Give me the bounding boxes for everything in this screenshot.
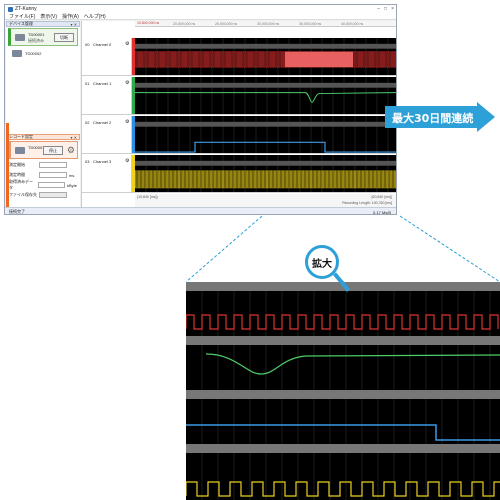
time-tick: 25,000,000 ns <box>215 22 238 26</box>
close-icon[interactable]: × <box>391 6 394 12</box>
channel-label: 00 Channel 0 ⚙ <box>82 38 132 75</box>
footer-end: (60,840 [ms]) <box>371 195 392 199</box>
window-title: ZT-Kanny <box>15 6 37 12</box>
gear-icon[interactable]: ⚙ <box>125 80 129 86</box>
device-icon <box>15 34 25 41</box>
app-window: ZT-Kanny – □ × ファイル(F) 表示(V) 操作(A) ヘルプ(H… <box>4 4 397 215</box>
gear-icon[interactable]: ⚙ <box>125 41 129 47</box>
menu-view[interactable]: 表示(V) <box>40 13 57 20</box>
time-tick: 35,000,000 ns <box>299 22 322 26</box>
menu-file[interactable]: ファイル(F) <box>9 13 35 20</box>
status-rate: 0.17 Ms/B <box>372 210 391 215</box>
save-path-field[interactable] <box>39 192 67 198</box>
data-label: 取得済みデータ <box>9 179 33 190</box>
waveform-channel-0 <box>135 38 396 75</box>
app-icon <box>8 6 13 12</box>
duration-label: 測定時間 <box>9 172 25 177</box>
zoom-view <box>186 282 500 500</box>
status-bar: 接続完了 0.17 Ms/B <box>5 207 396 215</box>
channel-label: 02 Channel 2 ⚙ <box>82 116 132 153</box>
start-field[interactable] <box>39 162 67 168</box>
duration-field[interactable] <box>39 172 67 178</box>
disconnect-button[interactable]: 切断 <box>54 33 74 42</box>
time-tick: 40,000,000 ns <box>341 22 364 26</box>
channel-number: 00 <box>85 42 90 47</box>
zoom-label: 拡大 <box>312 258 332 270</box>
device-name: TD00001 <box>28 32 45 37</box>
channel-row-1: 01 Channel 1 ⚙ <box>82 77 396 115</box>
channel-name: Channel 0 <box>93 42 112 47</box>
channel-row-0: 00 Channel 0 ⚙ <box>82 38 396 76</box>
menu-bar: ファイル(F) 表示(V) 操作(A) ヘルプ(H) <box>5 13 396 20</box>
data-unit: kByte <box>66 182 77 188</box>
stop-button[interactable]: 停止 <box>43 146 63 155</box>
timeline-footer: (10,840 [ms]) (60,840 [ms]) Recording Le… <box>135 194 396 207</box>
panel-pin-icon[interactable]: ▾ ✕ <box>71 22 77 27</box>
device-icon <box>12 50 22 57</box>
channel-row-2: 02 Channel 2 ⚙ <box>82 116 396 154</box>
sidebar: デバイス管理 ▾ ✕ TD00001 接続済み 切断 TD00002 レコード設… <box>6 21 80 207</box>
form-row-duration: 測定時間 ms <box>9 171 77 179</box>
form-row-data: 取得済みデータ kByte <box>9 179 77 190</box>
save-path-label: ファイル保存先 <box>9 192 37 197</box>
panel-pin-icon[interactable]: ▾ ✕ <box>71 135 77 140</box>
channel-number: 03 <box>85 159 90 164</box>
status-text: 接続完了 <box>9 208 25 214</box>
channel-name: Channel 1 <box>93 81 112 86</box>
device-name: TD00001 <box>28 145 45 150</box>
data-field[interactable] <box>37 182 65 188</box>
start-label: 測定開始 <box>9 162 25 167</box>
channel-name: Channel 2 <box>93 120 112 125</box>
device-status: 接続済み <box>28 38 44 43</box>
form-row-save: ファイル保存先 <box>9 191 77 199</box>
minimize-icon[interactable]: – <box>377 6 380 12</box>
form-row-start: 測定開始 <box>9 161 77 169</box>
time-ruler: 10,840,000 ns 20,000,000 ns 25,000,000 n… <box>135 21 396 27</box>
magnifier-icon: 拡大 <box>305 245 339 279</box>
waveform-channel-2 <box>135 116 396 153</box>
maximize-icon[interactable]: □ <box>384 6 387 12</box>
footer-start: (10,840 [ms]) <box>137 195 158 199</box>
channel-label: 01 Channel 1 ⚙ <box>82 77 132 114</box>
device-icon <box>15 147 25 154</box>
banner-text: 最大30日間連続 <box>392 112 474 125</box>
waveform-channel-3 <box>135 155 396 192</box>
gear-icon[interactable]: ⚙ <box>67 145 75 156</box>
gear-icon[interactable]: ⚙ <box>125 158 129 164</box>
time-tick: 20,000,000 ns <box>173 22 196 26</box>
device-item-1[interactable]: TD00001 接続済み 切断 <box>8 28 78 46</box>
menu-help[interactable]: ヘルプ(H) <box>84 13 106 20</box>
recording-length: Recording Length: 100,760 [ms] <box>342 201 392 205</box>
channel-name: Channel 3 <box>93 159 112 164</box>
record-panel-title: レコード設定 <box>9 134 33 139</box>
device-item-2[interactable]: TD00002 <box>8 47 78 61</box>
device-panel-title: デバイス管理 <box>9 21 33 26</box>
menu-operate[interactable]: 操作(A) <box>62 13 79 20</box>
device-panel-header: デバイス管理 ▾ ✕ <box>6 21 80 27</box>
channel-row-3: 03 Channel 3 ⚙ <box>82 155 396 193</box>
duration-unit: ms <box>69 172 75 178</box>
channel-label: 03 Channel 3 ⚙ <box>82 155 132 192</box>
waveform-area: 10,840,000 ns 20,000,000 ns 25,000,000 n… <box>81 21 396 207</box>
zoom-waveforms <box>186 282 500 500</box>
device-name: TD00002 <box>25 51 42 56</box>
gear-icon[interactable]: ⚙ <box>125 119 129 125</box>
time-tick: 30,000,000 ns <box>257 22 280 26</box>
time-tick: 10,840,000 ns <box>137 21 160 25</box>
waveform-channel-1 <box>135 77 396 114</box>
record-panel-header: レコード設定 ▾ ✕ <box>6 134 80 140</box>
channel-number: 02 <box>85 120 90 125</box>
channel-number: 01 <box>85 81 90 86</box>
orange-accent-bar <box>6 123 9 207</box>
record-device[interactable]: TD00001 停止 ⚙ <box>8 141 78 159</box>
